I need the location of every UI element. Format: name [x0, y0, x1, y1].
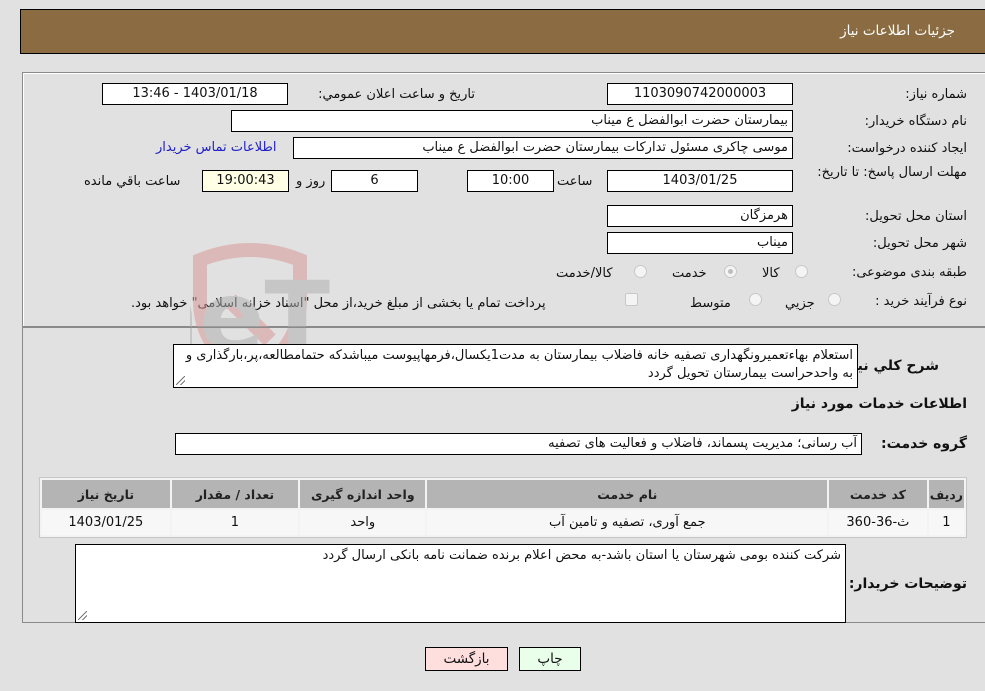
days-label: روز و	[296, 174, 326, 189]
requester-field: موسی چاکری مسئول تدارکات بیمارستان حضرت …	[293, 137, 793, 159]
cell-service-code: ث-36-360	[829, 510, 927, 535]
service-group-field: آب رسانی؛ مدیریت پسماند، فاضلاب و فعالیت…	[175, 433, 862, 455]
print-button[interactable]: چاپ	[519, 647, 581, 671]
announce-datetime-label: تاریخ و ساعت اعلان عمومي:	[318, 87, 475, 102]
province-field: هرمزگان	[607, 205, 793, 227]
services-section-title: اطلاعات خدمات مورد نیاز	[791, 396, 967, 412]
days-remaining-field: 6	[331, 170, 418, 192]
need-number-label: شماره نیاز:	[905, 87, 967, 102]
city-label: شهر محل تحویل:	[872, 236, 967, 251]
cell-unit: واحد	[300, 510, 426, 535]
purchase-type-option-medium: متوسط	[690, 296, 731, 311]
buyer-org-label: نام دستگاه خریدار:	[864, 114, 967, 129]
category-option-goods-service: کالا/خدمت	[556, 266, 613, 281]
services-table: ردیف کد خدمت نام خدمت واحد اندازه گیری ت…	[39, 477, 967, 538]
cell-need-date: 1403/01/25	[42, 510, 170, 535]
buyer-contact-link[interactable]: اطلاعات تماس خریدار	[156, 140, 276, 155]
buyer-notes-text: شرکت کننده بومی شهرستان یا استان باشد-به…	[322, 548, 841, 563]
category-option-goods: کالا	[762, 266, 780, 281]
treasury-checkbox[interactable]	[625, 293, 638, 306]
purchase-type-label: نوع فرآیند خرید :	[875, 294, 967, 309]
deadline-time-field: 10:00	[467, 170, 554, 192]
page-header: جزئیات اطلاعات نیاز	[20, 9, 985, 54]
col-header-need-date: تاریخ نیاز	[42, 480, 170, 508]
description-text: استعلام بهاءتعمیرونگهداری تصفیه خانه فاض…	[185, 348, 853, 381]
cell-service-name: جمع آوری، تصفیه و تامین آب	[427, 510, 828, 535]
category-radio-service[interactable]	[724, 265, 737, 278]
deadline-time-label: ساعت	[557, 174, 593, 189]
purchase-type-option-minor: جزيي	[785, 296, 815, 311]
category-label: طبقه بندی موضوعی:	[851, 265, 967, 280]
table-header-row: ردیف کد خدمت نام خدمت واحد اندازه گیری ت…	[42, 480, 964, 508]
col-header-service-code: کد خدمت	[829, 480, 927, 508]
category-option-service: خدمت	[672, 266, 707, 281]
col-header-quantity: تعداد / مقدار	[171, 480, 299, 508]
buyer-notes-label: توضیحات خریدار:	[848, 576, 967, 592]
deadline-date-field: 1403/01/25	[607, 170, 793, 192]
buyer-notes-textarea[interactable]: شرکت کننده بومی شهرستان یا استان باشد-به…	[75, 544, 846, 623]
back-button[interactable]: بازگشت	[425, 647, 508, 671]
resize-grip-icon[interactable]	[78, 611, 87, 620]
service-group-label: گروه خدمت:	[881, 436, 967, 452]
city-field: میناب	[607, 232, 793, 254]
cell-quantity: 1	[171, 510, 299, 535]
time-remaining-label: ساعت باقي مانده	[84, 174, 181, 189]
purchase-type-radio-minor[interactable]	[828, 293, 841, 306]
table-row: 1 ث-36-360 جمع آوری، تصفیه و تامین آب وا…	[42, 510, 964, 535]
requester-label: ایجاد کننده درخواست:	[847, 141, 967, 156]
buyer-org-field: بیمارستان حضرت ابوالفضل ع میناب	[231, 110, 793, 132]
deadline-label: مهلت ارسال پاسخ: تا تاریخ:	[817, 165, 967, 180]
category-radio-goods-service[interactable]	[634, 265, 647, 278]
province-label: استان محل تحویل:	[865, 209, 967, 224]
need-number-field: 1103090742000003	[607, 83, 793, 105]
category-radio-goods[interactable]	[795, 265, 808, 278]
cell-row-number: 1	[928, 510, 964, 535]
col-header-unit: واحد اندازه گیری	[300, 480, 426, 508]
treasury-note: پرداخت تمام یا بخشی از مبلغ خرید،از محل …	[131, 296, 546, 311]
page-title: جزئیات اطلاعات نیاز	[840, 23, 955, 39]
col-header-service-name: نام خدمت	[427, 480, 828, 508]
time-remaining-field: 19:00:43	[202, 170, 289, 192]
resize-grip-icon[interactable]	[176, 376, 185, 385]
purchase-type-radio-medium[interactable]	[749, 293, 762, 306]
announce-datetime-field: 1403/01/18 - 13:46	[102, 83, 288, 105]
description-textarea[interactable]: استعلام بهاءتعمیرونگهداری تصفیه خانه فاض…	[173, 344, 858, 388]
col-header-row-number: ردیف	[928, 480, 964, 508]
